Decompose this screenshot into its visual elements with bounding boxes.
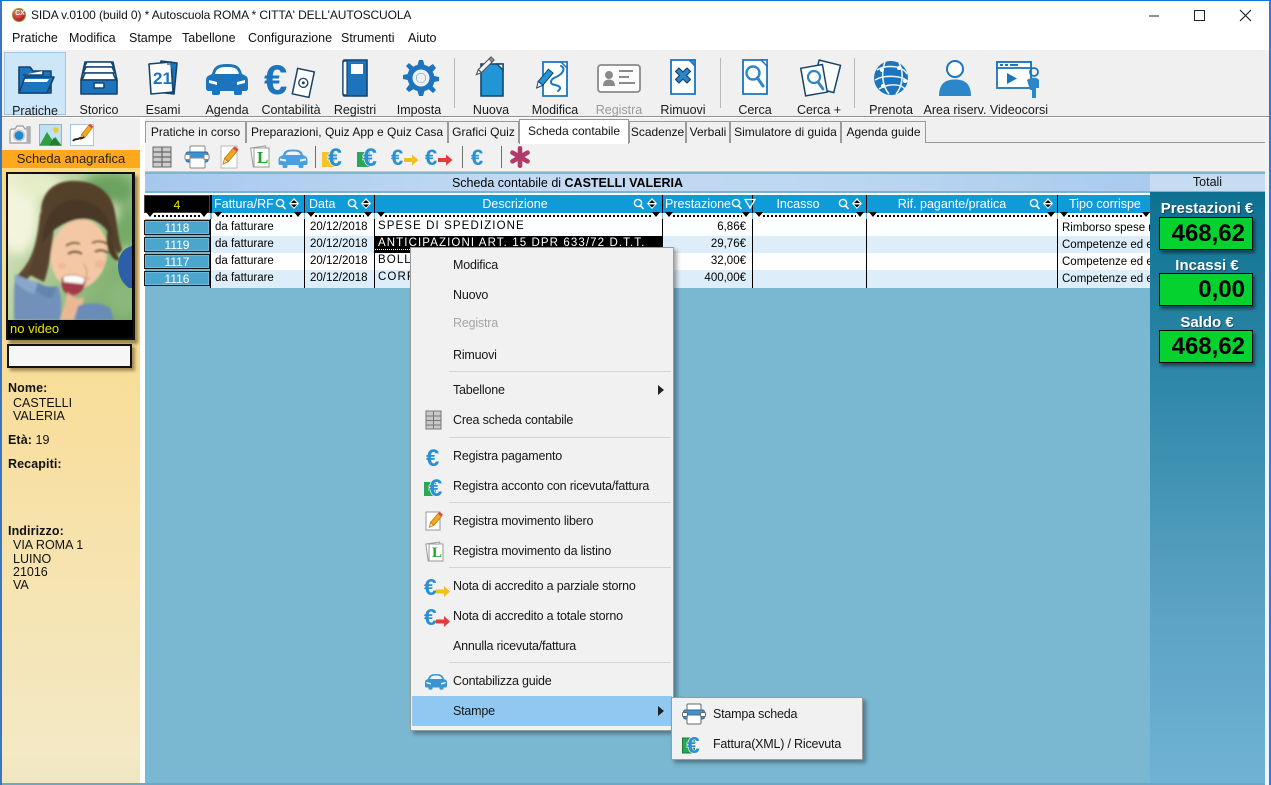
svg-text:€: € [425,145,437,169]
svg-text:€: € [363,145,377,169]
svg-text:€: € [391,145,403,169]
svg-text:€: € [429,475,442,499]
svg-text:€: € [687,733,700,757]
svg-text:L: L [432,545,442,561]
svg-text:€: € [264,56,287,100]
svg-text:€: € [424,575,437,599]
svg-text:€: € [328,145,342,169]
svg-text:€: € [471,145,483,169]
svg-text:€: € [424,605,437,629]
svg-text:21: 21 [153,69,172,88]
svg-text:L: L [257,148,268,167]
svg-text:€: € [426,445,439,469]
